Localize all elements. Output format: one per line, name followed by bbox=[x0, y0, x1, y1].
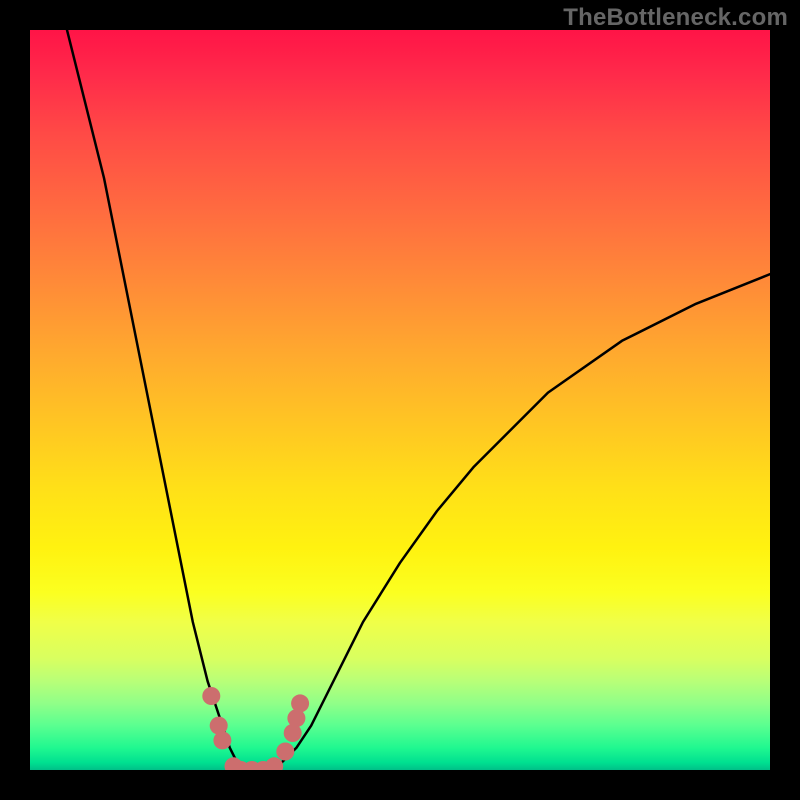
chart-frame: TheBottleneck.com bbox=[0, 0, 800, 800]
plot-area bbox=[30, 30, 770, 770]
watermark-text: TheBottleneck.com bbox=[563, 4, 788, 32]
curve-svg bbox=[30, 30, 770, 770]
highlight-dots bbox=[202, 687, 309, 770]
bottleneck-curve bbox=[67, 30, 770, 770]
